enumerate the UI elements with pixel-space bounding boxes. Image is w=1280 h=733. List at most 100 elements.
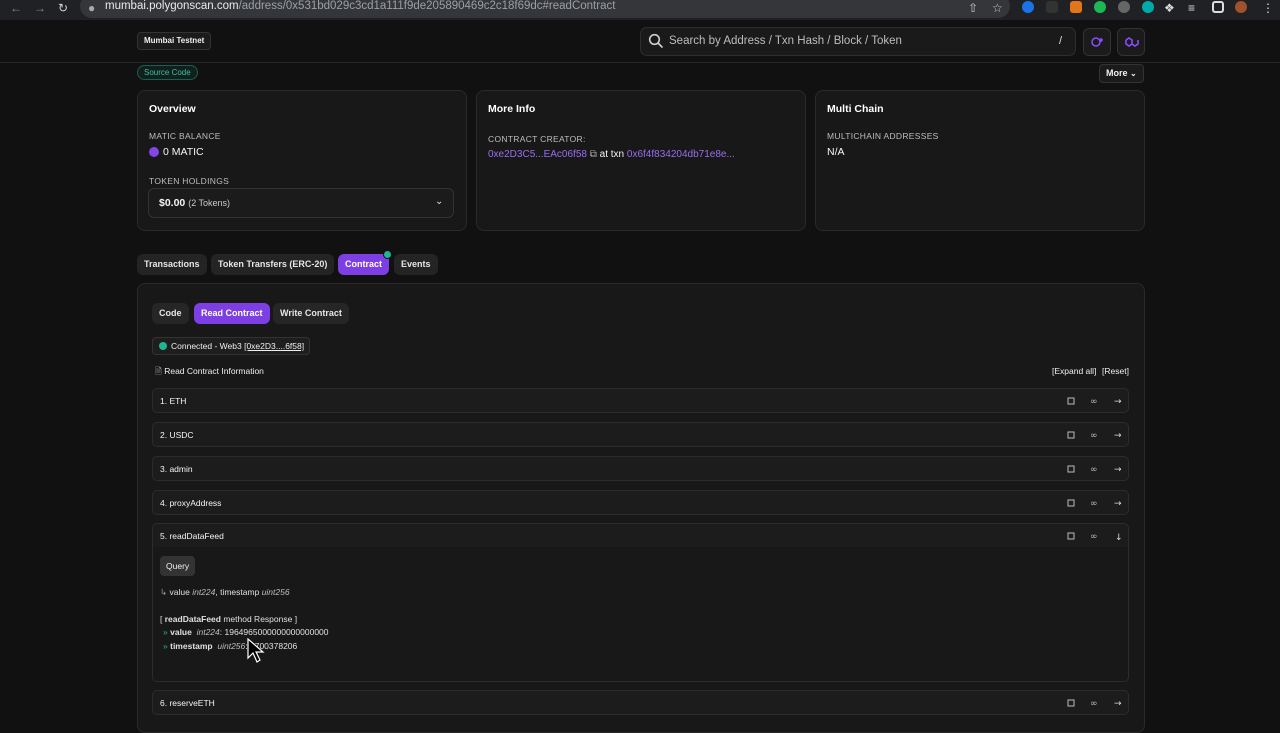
- extension-icon[interactable]: [1118, 1, 1130, 13]
- svg-text:∞: ∞: [1090, 397, 1098, 406]
- svg-text:→: →: [1114, 465, 1122, 474]
- subtab-read-contract[interactable]: Read Contract: [194, 303, 270, 324]
- svg-text:→: →: [1114, 397, 1122, 406]
- document-icon: 🗎: [155, 366, 162, 376]
- wallet-connect-button[interactable]: [1083, 28, 1111, 56]
- function-row[interactable]: 1. ETH: [152, 388, 1129, 413]
- double-chevron-icon: »: [163, 641, 168, 651]
- row-actions-icons[interactable]: ∞ →: [1066, 464, 1136, 474]
- multichain-addresses-value: N/A: [827, 146, 845, 158]
- chevron-down-icon: ⌄: [435, 196, 444, 207]
- function-label: 5. readDataFeed: [160, 531, 224, 541]
- user-plus-icon: [1091, 37, 1103, 47]
- verified-check-icon: [383, 250, 392, 259]
- function-label: 3. admin: [160, 464, 193, 474]
- url-text[interactable]: mumbai.polygonscan.com/address/0x531bd02…: [105, 0, 615, 12]
- bookmark-star-icon[interactable]: ☆: [992, 1, 1003, 15]
- svg-text:∞: ∞: [1090, 532, 1098, 541]
- function-label: 1. ETH: [160, 396, 187, 406]
- reload-icon[interactable]: ↻: [58, 1, 68, 15]
- creator-txn-link[interactable]: 0x6f4f834204db71e8e...: [627, 149, 735, 160]
- svg-text:∞: ∞: [1090, 465, 1098, 474]
- svg-text:→: →: [1114, 699, 1122, 708]
- more-info-title: More Info: [488, 103, 536, 115]
- contract-creator-label: CONTRACT CREATOR:: [488, 134, 586, 144]
- tab-transactions[interactable]: Transactions: [137, 254, 207, 275]
- web3-connection-badge[interactable]: Connected - Web3 [0xe2D3....6f58]: [152, 337, 311, 355]
- puzzle-icon[interactable]: ❖: [1164, 1, 1175, 15]
- overview-title: Overview: [149, 103, 196, 115]
- tab-token-transfers[interactable]: Token Transfers (ERC-20): [211, 254, 335, 275]
- extension-icon[interactable]: [1046, 1, 1058, 13]
- reading-list-icon[interactable]: ≡: [1188, 1, 1195, 15]
- read-info-title: Read Contract Information: [164, 366, 264, 376]
- side-panel-icon[interactable]: [1212, 1, 1224, 13]
- function-label: 4. proxyAddress: [160, 498, 222, 508]
- function-row-expanded[interactable]: 5. readDataFeed: [152, 523, 1129, 548]
- svg-text:∞: ∞: [1090, 431, 1098, 440]
- method-response-heading: [ readDataFeed method Response ]: [160, 614, 298, 624]
- metamask-icon[interactable]: [1070, 1, 1082, 13]
- svg-text:∞: ∞: [1090, 499, 1098, 508]
- forward-arrow-icon[interactable]: →: [34, 1, 46, 15]
- function-row[interactable]: 4. proxyAddress: [152, 490, 1129, 515]
- row-actions-icons[interactable]: ∞ →: [1066, 430, 1136, 440]
- matic-balance-value: 0 MATIC: [163, 146, 204, 158]
- read-contract-info-heading: 🗎 Read Contract Information: [155, 366, 264, 380]
- mouse-cursor-icon: [247, 638, 265, 663]
- response-value-row: » value int224: 1964965000000000000000: [163, 627, 329, 637]
- response-timestamp-row: » timestamp uint256: 1700378206: [163, 641, 298, 651]
- more-dropdown-button[interactable]: More ⌄: [1099, 64, 1144, 83]
- row-actions-icons[interactable]: ∞ ↓: [1066, 531, 1136, 541]
- share-icon[interactable]: ⇧: [968, 1, 978, 15]
- polygon-icon: [1125, 37, 1139, 47]
- search-placeholder: Search by Address / Txn Hash / Block / T…: [669, 35, 902, 47]
- row-actions-icons[interactable]: ∞ →: [1066, 498, 1136, 508]
- tab-contract[interactable]: Contract: [338, 254, 390, 275]
- function-output-panel: [152, 547, 1129, 682]
- svg-text:∞: ∞: [1090, 699, 1098, 708]
- token-holdings-value: $0.00 (2 Tokens): [159, 197, 231, 209]
- extension-icon[interactable]: [1142, 1, 1154, 13]
- multichain-addresses-label: MULTICHAIN ADDRESSES: [827, 131, 939, 141]
- menu-icon[interactable]: ⋮: [1262, 1, 1274, 15]
- creator-address-link[interactable]: 0xe2D3C5...EAc06f58: [488, 149, 587, 160]
- polygon-network-button[interactable]: [1117, 28, 1145, 56]
- svg-text:↓: ↓: [1115, 533, 1123, 541]
- connected-dot-icon: [159, 342, 167, 350]
- subtab-write-contract[interactable]: Write Contract: [273, 303, 349, 324]
- connected-address[interactable]: [0xe2D3....6f58]: [244, 341, 304, 351]
- search-icon: [648, 33, 663, 48]
- double-chevron-icon: »: [163, 627, 168, 637]
- function-row[interactable]: 3. admin: [152, 456, 1129, 481]
- source-code-badge[interactable]: Source Code: [137, 65, 198, 80]
- row-actions-icons[interactable]: ∞ →: [1066, 698, 1136, 708]
- profile-avatar[interactable]: [1235, 1, 1247, 13]
- extension-icon[interactable]: [1022, 1, 1034, 13]
- matic-icon: [149, 147, 159, 157]
- token-holdings-label: TOKEN HOLDINGS: [149, 176, 230, 186]
- connection-status: Connected - Web3: [171, 341, 242, 351]
- chevron-down-icon: ⌄: [1130, 69, 1137, 78]
- back-arrow-icon[interactable]: ←: [10, 1, 22, 15]
- subtab-code[interactable]: Code: [152, 303, 189, 324]
- copy-icon[interactable]: ⧉: [590, 149, 597, 160]
- row-actions-icons[interactable]: ∞ →: [1066, 396, 1136, 406]
- query-button[interactable]: Query: [160, 556, 196, 576]
- function-outputs: ↳ value int224, timestamp uint256: [160, 587, 290, 597]
- expand-all-link[interactable]: [Expand all]: [1052, 366, 1096, 376]
- at-txn-label: at txn: [599, 149, 625, 160]
- function-row[interactable]: 2. USDC: [152, 422, 1129, 447]
- multi-chain-title: Multi Chain: [827, 103, 884, 115]
- lock-icon: ●: [88, 1, 96, 15]
- function-label: 6. reserveETH: [160, 698, 215, 708]
- svg-text:→: →: [1114, 499, 1122, 508]
- reset-link[interactable]: [Reset]: [1102, 366, 1129, 376]
- extension-icon[interactable]: [1094, 1, 1106, 13]
- return-arrow-icon: ↳: [160, 587, 168, 597]
- svg-text:→: →: [1114, 431, 1122, 440]
- search-shortcut: /: [1059, 35, 1063, 47]
- contract-creator-row: 0xe2D3C5...EAc06f58 ⧉ at txn 0x6f4f83420…: [488, 149, 735, 160]
- tab-events[interactable]: Events: [394, 254, 438, 275]
- function-row[interactable]: 6. reserveETH: [152, 690, 1129, 715]
